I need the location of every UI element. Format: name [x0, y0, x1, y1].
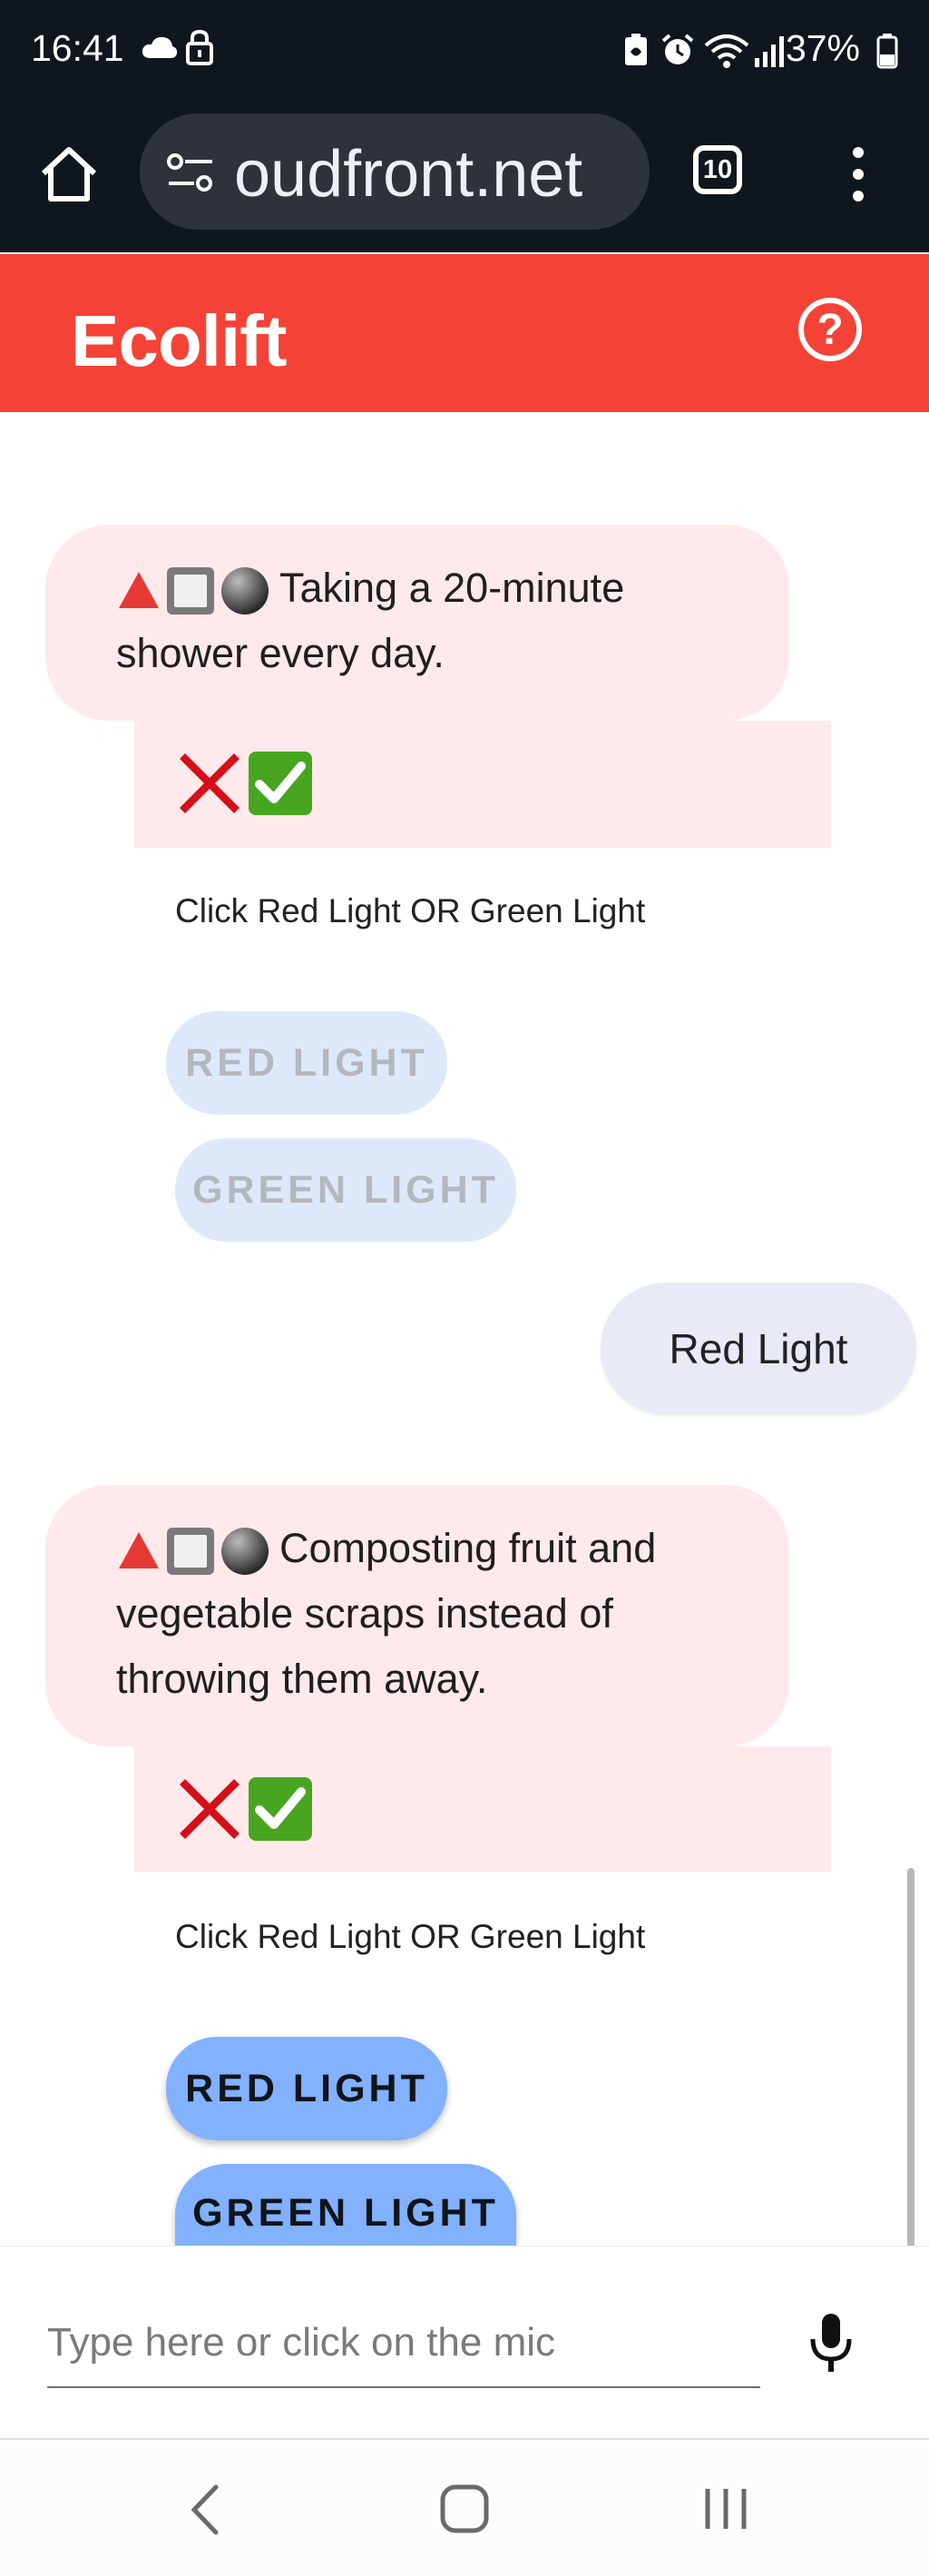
- app-title: Ecolift: [71, 300, 287, 381]
- check-mark-icon: [249, 1777, 312, 1841]
- signal-icon: [755, 36, 784, 67]
- red-light-button[interactable]: Red Light: [166, 2037, 447, 2140]
- cloud-icon: [142, 36, 178, 58]
- back-icon[interactable]: [187, 2483, 223, 2536]
- red-light-button[interactable]: Red Light: [166, 1011, 447, 1115]
- more-menu-icon[interactable]: [849, 146, 867, 202]
- status-bar: 16:41 37%: [0, 0, 929, 104]
- app-bar: Ecolift ?: [0, 254, 929, 412]
- answer-marks: [134, 1746, 831, 1872]
- instruction-text: Click Red Light OR Green Light: [175, 892, 646, 929]
- scrollbar[interactable]: [907, 1868, 914, 2249]
- green-light-button[interactable]: Green Light: [175, 1138, 516, 1242]
- microphone-icon: [810, 2314, 852, 2372]
- battery-icon: [876, 34, 898, 69]
- bot-message-bubble: Composting fruit and vegetable scraps in…: [45, 1485, 789, 1746]
- lock-icon: [186, 29, 213, 65]
- battery-percentage: 37%: [785, 27, 860, 69]
- site-settings-icon[interactable]: [165, 150, 216, 195]
- battery-saver-icon: [625, 34, 647, 65]
- message-composer: [0, 2246, 929, 2437]
- shape-emoji-group: [116, 1526, 270, 1577]
- red-triangle-icon: [119, 1532, 159, 1569]
- message-input[interactable]: [47, 2299, 760, 2388]
- browser-toolbar: oudfront.net 10: [0, 104, 929, 252]
- status-time: 16:41: [31, 27, 124, 69]
- mic-button[interactable]: [798, 2310, 864, 2375]
- black-circle-icon: [221, 1528, 269, 1576]
- wifi-icon: [704, 34, 749, 68]
- square-button-icon: [167, 567, 214, 615]
- recent-apps-icon[interactable]: [700, 2485, 751, 2532]
- cross-mark-icon: [180, 1779, 240, 1839]
- home-button-icon[interactable]: [439, 2483, 490, 2534]
- answer-marks: [134, 721, 831, 848]
- url-bar[interactable]: oudfront.net: [140, 113, 650, 230]
- url-text: oudfront.net: [234, 138, 583, 211]
- home-icon[interactable]: [38, 144, 100, 204]
- bot-message-bubble: Taking a 20-minute shower every day.: [45, 525, 789, 721]
- check-mark-icon: [249, 752, 312, 815]
- cross-mark-icon: [180, 753, 240, 813]
- green-light-button[interactable]: Green Light: [175, 2164, 516, 2246]
- system-nav-bar: [0, 2438, 929, 2576]
- alarm-icon: [661, 34, 694, 64]
- instruction-text: Click Red Light OR Green Light: [175, 1918, 646, 1955]
- help-circle-icon[interactable]: ?: [798, 298, 862, 361]
- tab-switcher-icon[interactable]: 10: [693, 145, 742, 194]
- user-message-bubble: Red Light: [601, 1283, 916, 1414]
- red-triangle-icon: [119, 572, 159, 609]
- shape-emoji-group: [116, 565, 270, 616]
- square-button-icon: [167, 1528, 214, 1576]
- black-circle-icon: [221, 567, 269, 615]
